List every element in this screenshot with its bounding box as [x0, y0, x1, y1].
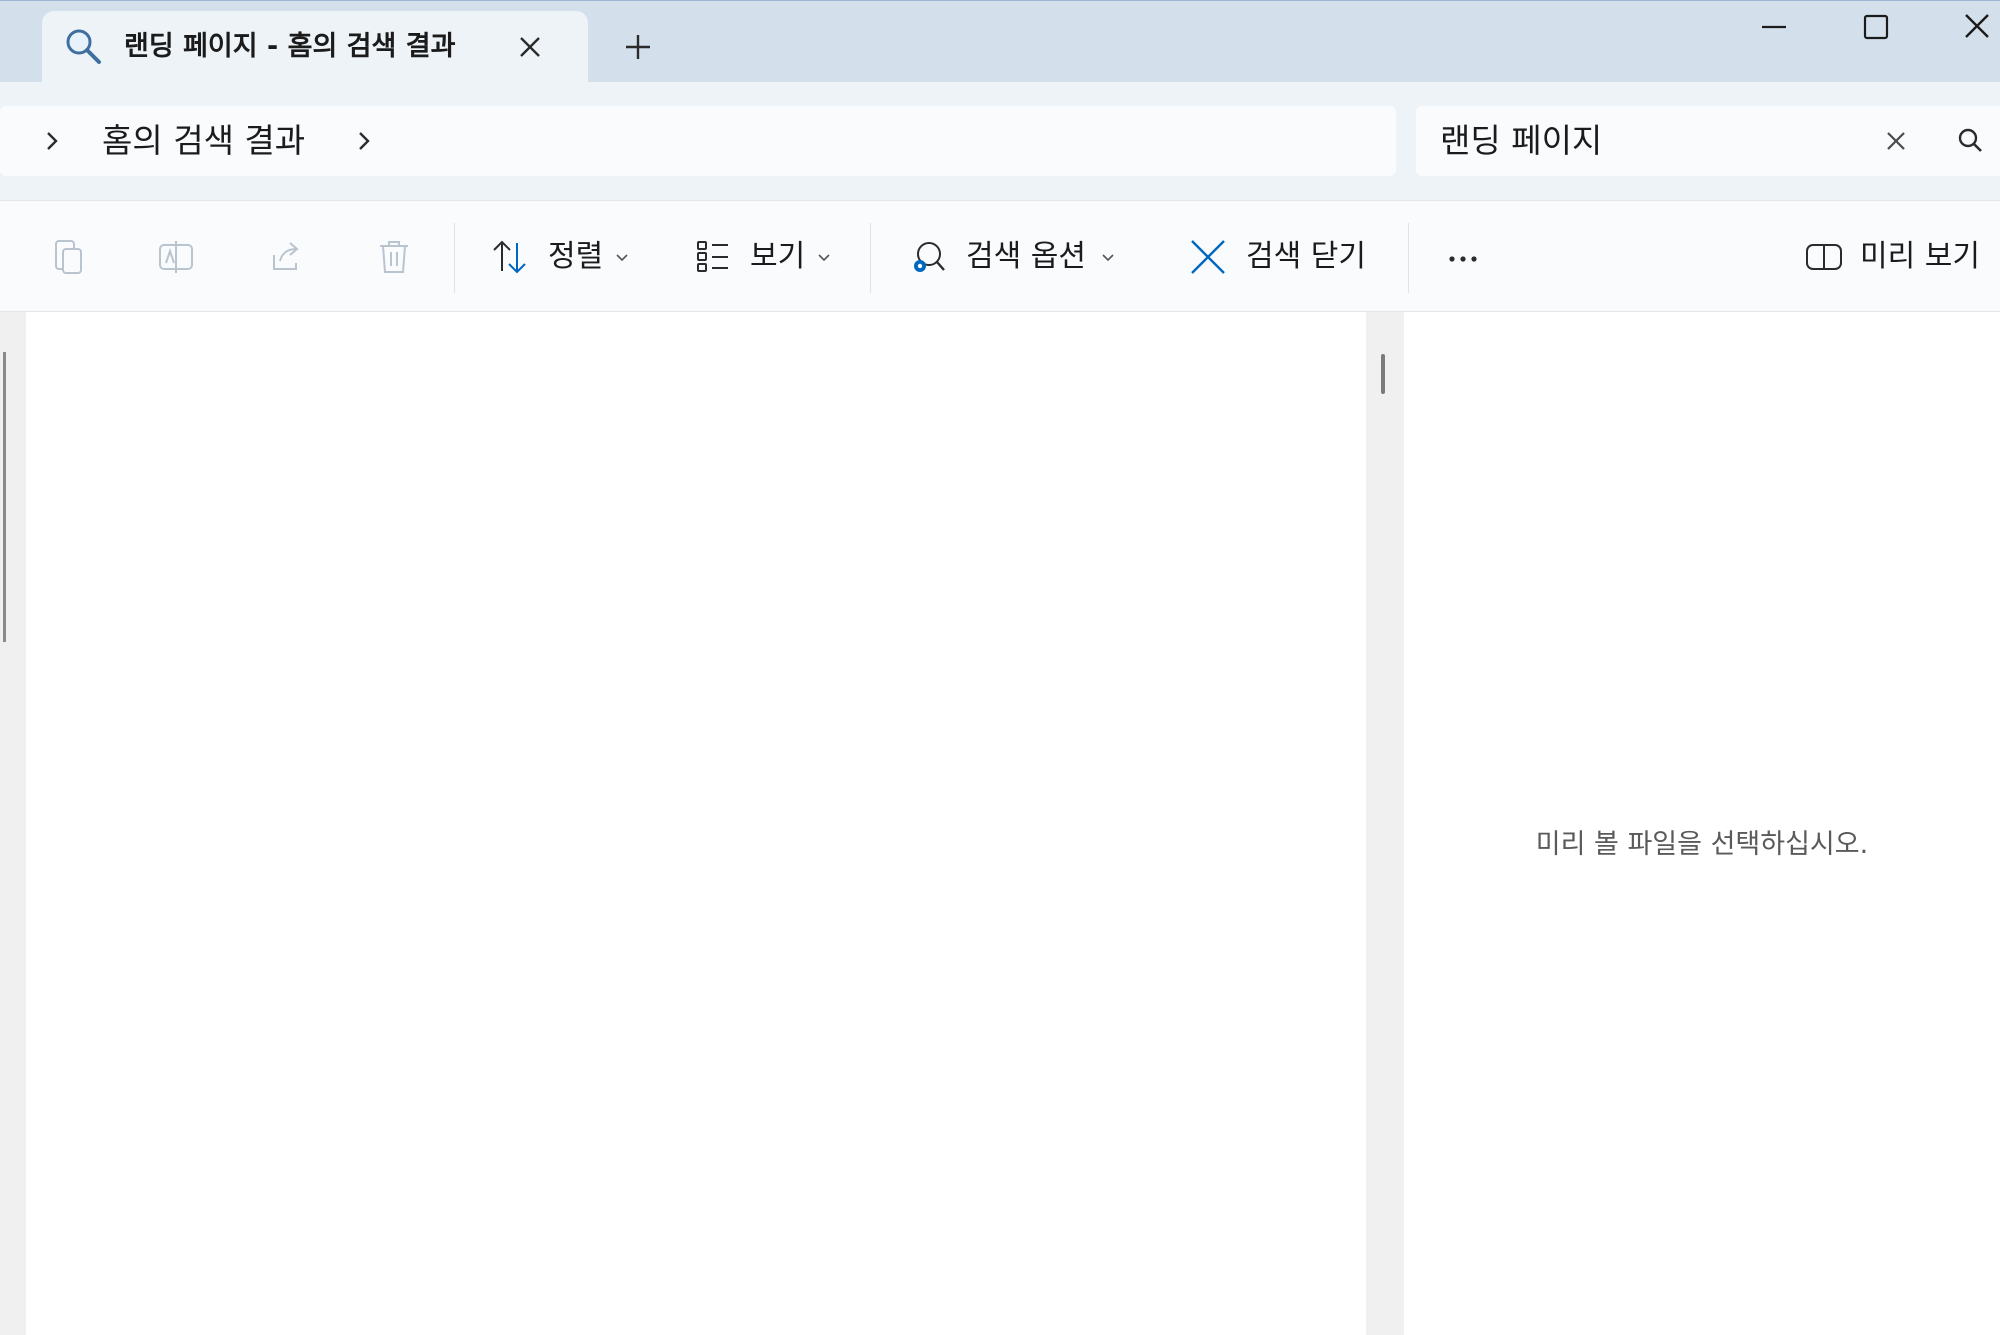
sort-label: 정렬 — [548, 239, 604, 274]
tab-search-results[interactable]: 랜딩 페이지 - 홈의 검색 결과 — [42, 11, 588, 83]
address-row: 홈의 검색 결과 랜딩 페이지 — [0, 82, 2000, 200]
view-button[interactable]: 보기 — [694, 225, 844, 289]
delete-icon[interactable] — [374, 237, 414, 277]
navigation-pane — [0, 312, 26, 1335]
close-icon — [1188, 237, 1228, 277]
preview-message: 미리 볼 파일을 선택하십시오. — [1535, 829, 1869, 860]
cut-icon[interactable] — [48, 237, 88, 277]
preview-pane-icon — [1804, 237, 1844, 277]
close-icon[interactable] — [512, 29, 548, 65]
scrollbar-thumb[interactable] — [3, 352, 6, 642]
chevron-right-icon[interactable] — [346, 123, 382, 159]
search-icon — [62, 25, 106, 69]
close-icon[interactable] — [1880, 125, 1912, 157]
search-options-button[interactable]: 검색 옵션 — [908, 225, 1126, 289]
file-explorer-window: 랜딩 페이지 - 홈의 검색 결과 홈의 검색 결과 랜딩 페이지 정렬 보기 … — [0, 0, 2000, 1335]
share-icon[interactable] — [266, 237, 306, 277]
sort-button[interactable]: 정렬 — [490, 225, 640, 289]
breadcrumb[interactable]: 홈의 검색 결과 — [0, 106, 1396, 176]
tab-title: 랜딩 페이지 - 홈의 검색 결과 — [124, 31, 456, 62]
minimize-icon[interactable] — [1744, 5, 1804, 49]
search-options-label: 검색 옵션 — [966, 239, 1086, 274]
search-input[interactable]: 랜딩 페이지 — [1416, 106, 2000, 176]
more-icon[interactable] — [1444, 237, 1484, 277]
chevron-down-icon — [614, 249, 630, 265]
breadcrumb-item[interactable]: 홈의 검색 결과 — [102, 106, 305, 176]
chevron-right-icon[interactable] — [34, 123, 70, 159]
command-bar: 정렬 보기 검색 옵션 검색 닫기 미리 보기 — [0, 200, 2000, 312]
scrollbar-thumb[interactable] — [1381, 354, 1385, 394]
toolbar-separator — [454, 223, 455, 293]
close-search-label: 검색 닫기 — [1246, 239, 1366, 274]
content-area: 미리 볼 파일을 선택하십시오. — [0, 312, 2000, 1335]
chevron-down-icon — [1100, 249, 1116, 265]
search-query: 랜딩 페이지 — [1440, 121, 1603, 160]
toolbar-separator — [870, 223, 871, 293]
close-search-button[interactable]: 검색 닫기 — [1188, 225, 1368, 289]
plus-icon[interactable] — [618, 27, 658, 67]
preview-pane-button[interactable]: 미리 보기 — [1804, 225, 1984, 289]
title-bar: 랜딩 페이지 - 홈의 검색 결과 — [0, 0, 2000, 83]
preview-pane: 미리 볼 파일을 선택하십시오. — [1404, 312, 2000, 1335]
search-icon[interactable] — [1954, 125, 1986, 157]
view-list-icon — [694, 237, 734, 277]
pane-splitter[interactable] — [1366, 312, 1404, 1335]
preview-label: 미리 보기 — [1860, 239, 1980, 274]
rename-icon[interactable] — [156, 237, 196, 277]
toolbar-separator — [1408, 223, 1409, 293]
view-label: 보기 — [750, 239, 806, 274]
search-options-icon — [908, 237, 948, 277]
sort-icon — [490, 237, 530, 277]
chevron-down-icon — [816, 249, 832, 265]
close-icon[interactable] — [1948, 5, 2000, 49]
file-list[interactable] — [26, 312, 1366, 1335]
maximize-icon[interactable] — [1846, 5, 1906, 49]
